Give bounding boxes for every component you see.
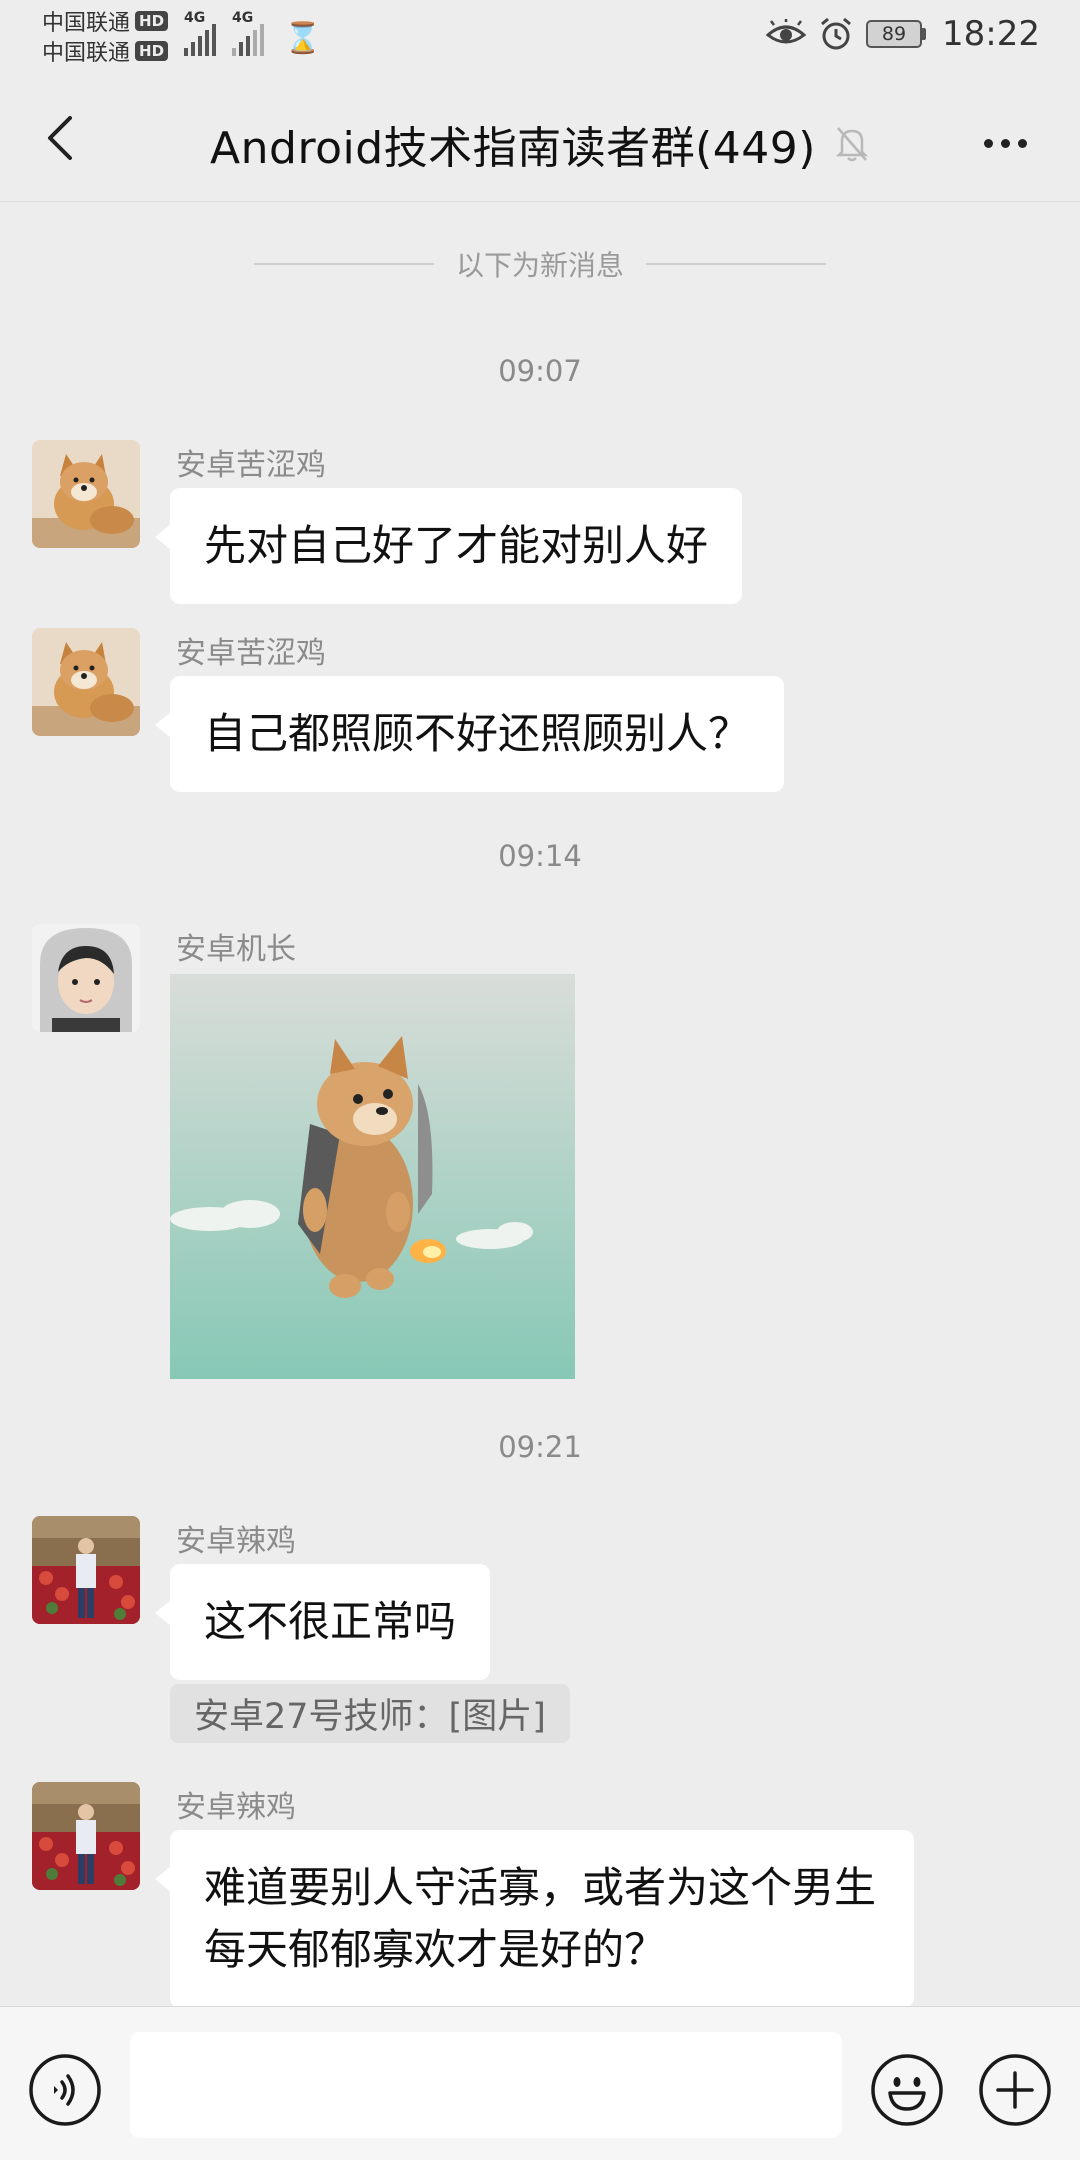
- timestamp: 09:14: [498, 839, 582, 873]
- signal-icon-2: 4G: [232, 10, 264, 56]
- new-messages-divider: 以下为新消息: [0, 244, 1080, 284]
- message-bubble[interactable]: 这不很正常吗: [154, 1564, 491, 1680]
- emoji-icon: [871, 2054, 943, 2126]
- avatar[interactable]: [32, 628, 140, 736]
- status-time: 18:22: [942, 14, 1040, 54]
- voice-input-button[interactable]: [28, 2053, 102, 2127]
- input-bar: [0, 2006, 1080, 2160]
- more-dots-icon: [983, 138, 993, 148]
- sender-name: 安卓苦涩鸡: [176, 636, 326, 671]
- sender-name: 安卓辣鸡: [176, 1790, 296, 1825]
- battery-icon: 89: [866, 20, 927, 48]
- message-item: 安卓辣鸡 难道要别人守活寡，或者为这个男生每天郁郁寡欢才是好的？: [32, 1782, 932, 2006]
- timestamp: 09:07: [498, 354, 582, 388]
- message-item: 安卓机长: [32, 924, 932, 1394]
- flying-shiba-doge-sticker[interactable]: [170, 974, 575, 1379]
- emoji-button[interactable]: [870, 2053, 944, 2127]
- more-functions-button[interactable]: [978, 2053, 1052, 2127]
- message-bubble[interactable]: 难道要别人守活寡，或者为这个男生每天郁郁寡欢才是好的？: [155, 1830, 914, 2006]
- message-bubble[interactable]: 先对自己好了才能对别人好: [154, 488, 743, 604]
- hourglass-icon: ⌛: [284, 21, 322, 56]
- sender-name: 安卓机长: [176, 932, 296, 967]
- carrier-name-2: 中国联通: [42, 41, 131, 66]
- message-list[interactable]: 以下为新消息 09:07 安卓苦涩鸡 先对自己好了才能对别人好 安卓苦涩鸡 自己…: [0, 202, 1080, 2006]
- carrier-name-1: 中国联通: [42, 11, 131, 36]
- chat-header: Android技术指南读者群(449): [0, 74, 1080, 202]
- battery-level: 89: [866, 20, 923, 48]
- sender-name: 安卓辣鸡: [176, 1524, 296, 1559]
- more-options-button[interactable]: [970, 118, 1040, 168]
- network-type-1: 4G: [184, 10, 206, 26]
- alarm-icon: [818, 16, 854, 52]
- status-bar: 中国联通 HD 中国联通 HD 4G 4G ⌛ 89 18:22: [0, 0, 1080, 74]
- mute-bell-icon: [835, 127, 868, 162]
- avatar[interactable]: [32, 440, 140, 548]
- new-messages-label: 以下为新消息: [455, 249, 624, 282]
- chat-title: Android技术指南读者群(449): [210, 123, 816, 174]
- message-input[interactable]: [130, 2032, 842, 2138]
- message-item: 安卓苦涩鸡 先对自己好了才能对别人好: [32, 440, 932, 620]
- voice-icon: [29, 2054, 101, 2126]
- network-type-2: 4G: [232, 10, 254, 26]
- avatar[interactable]: [32, 924, 140, 1032]
- signal-icon-1: 4G: [184, 10, 216, 56]
- hd-badge-1: HD: [135, 11, 169, 31]
- message-item: 安卓辣鸡 这不很正常吗 安卓27号技师：[图片]: [32, 1516, 932, 1756]
- eye-icon: [766, 19, 807, 49]
- carrier-info: 中国联通 HD 中国联通 HD: [42, 6, 169, 66]
- message-bubble[interactable]: 自己都照顾不好还照顾别人？: [154, 676, 785, 792]
- timestamp: 09:21: [498, 1430, 582, 1464]
- avatar[interactable]: [32, 1782, 140, 1890]
- message-item: 安卓苦涩鸡 自己都照顾不好还照顾别人？: [32, 628, 932, 808]
- quoted-reply[interactable]: 安卓27号技师：[图片]: [170, 1684, 570, 1743]
- plus-icon: [979, 2054, 1051, 2126]
- avatar[interactable]: [32, 1516, 140, 1624]
- sender-name: 安卓苦涩鸡: [176, 448, 326, 483]
- hd-badge-2: HD: [135, 41, 169, 61]
